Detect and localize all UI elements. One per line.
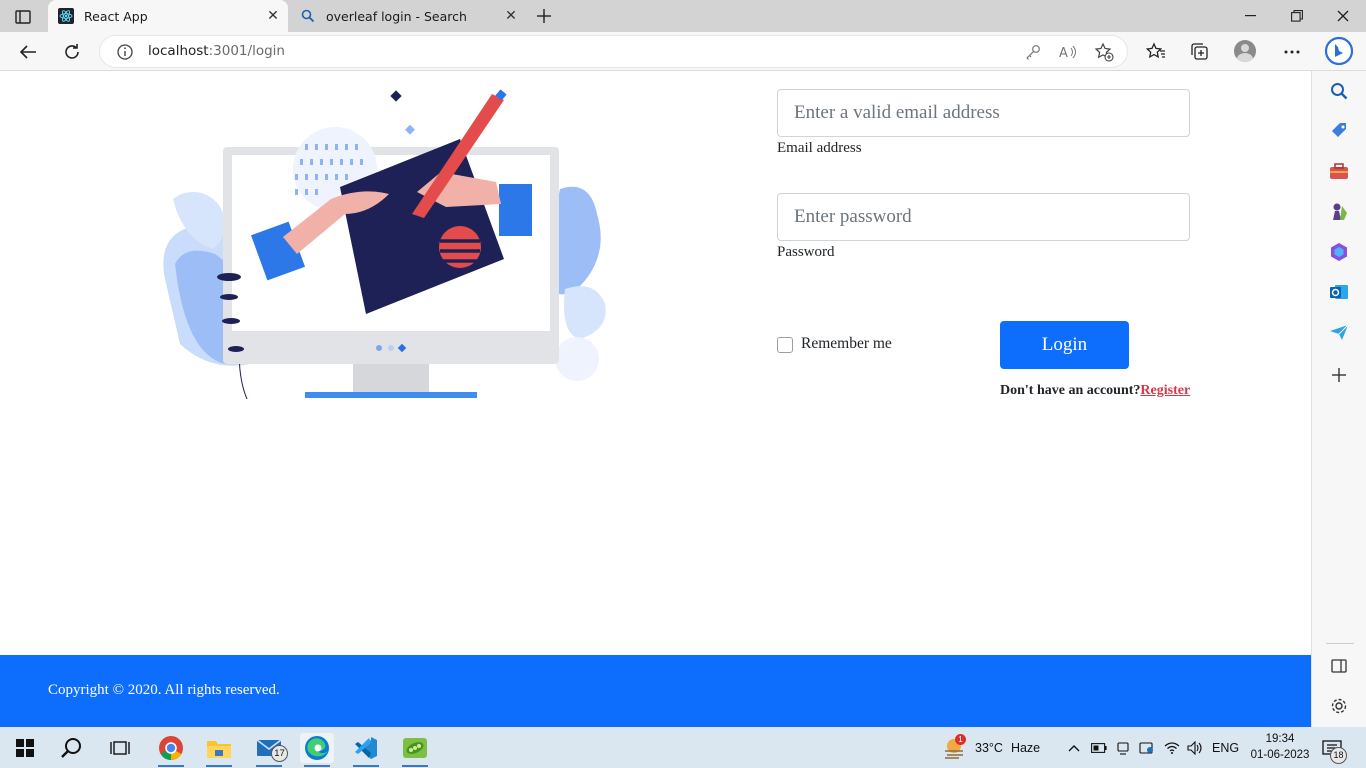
react-icon <box>58 8 74 24</box>
drop-send-icon[interactable] <box>1328 321 1350 343</box>
windows-start-icon[interactable] <box>8 733 42 763</box>
wifi-icon[interactable] <box>1164 727 1180 768</box>
notification-center-icon[interactable]: 18 <box>1322 727 1352 768</box>
weather-desc: Haze <box>1010 740 1041 755</box>
pea-app-icon[interactable] <box>398 733 432 767</box>
back-button[interactable] <box>13 38 43 66</box>
email-label: Email address <box>777 140 862 156</box>
shopping-tag-icon[interactable] <box>1328 120 1350 142</box>
address-toolbar: localhost:3001/login A <box>0 32 1366 71</box>
register-prompt: Don't have an account?Register <box>1000 383 1190 399</box>
refresh-icon <box>65 44 79 59</box>
site-info-icon[interactable] <box>116 43 134 61</box>
email-input[interactable] <box>777 89 1190 137</box>
notification-badge: 18 <box>1330 747 1347 764</box>
minimize-button[interactable] <box>1228 0 1274 32</box>
login-page: Email address Password Remember me Login… <box>0 71 1311 727</box>
restore-button[interactable] <box>1274 0 1320 32</box>
tab-overleaf-search[interactable]: overleaf login - Search ✕ <box>290 0 526 32</box>
weather-badge: 1 <box>955 733 966 745</box>
more-options-icon[interactable] <box>1281 41 1303 63</box>
weather-haze-icon: 1 <box>944 733 966 759</box>
outlook-icon[interactable] <box>1328 281 1350 303</box>
tab-actions-icon <box>15 10 31 24</box>
close-window-button[interactable] <box>1320 0 1366 32</box>
login-illustration <box>163 89 606 400</box>
read-aloud-icon[interactable]: A <box>1058 42 1078 62</box>
language-indicator[interactable]: ENG <box>1212 727 1239 768</box>
battery-icon[interactable] <box>1091 727 1107 768</box>
url-text: localhost:3001/login <box>148 43 285 59</box>
favorites-icon[interactable] <box>1145 41 1167 63</box>
weather-widget[interactable]: 1 33°C Haze <box>944 727 1040 768</box>
vscode-icon[interactable] <box>349 733 383 767</box>
password-key-icon[interactable] <box>1023 42 1043 62</box>
add-favorite-icon[interactable] <box>1094 42 1114 62</box>
taskbar-search-icon[interactable] <box>55 733 89 763</box>
clock-date: 01-06-2023 <box>1250 749 1310 761</box>
refresh-button[interactable] <box>57 38 87 66</box>
collections-icon[interactable] <box>1189 41 1211 63</box>
system-clock[interactable]: 19:34 01-06-2023 <box>1246 731 1314 763</box>
tab-actions-button[interactable] <box>8 6 38 28</box>
tab-label: overleaf login - Search <box>326 8 467 24</box>
plus-icon <box>537 9 551 23</box>
close-tab-icon[interactable]: ✕ <box>262 5 284 27</box>
profile-avatar[interactable] <box>1234 40 1256 62</box>
chrome-icon[interactable] <box>154 733 188 767</box>
mail-icon[interactable]: 17 <box>252 733 288 767</box>
hidden-icons-chevron-icon[interactable] <box>1068 727 1080 768</box>
tools-briefcase-icon[interactable] <box>1328 160 1350 182</box>
sidebar-divider <box>1326 643 1354 644</box>
office-icon[interactable] <box>1328 241 1350 263</box>
add-sidebar-app-icon[interactable] <box>1328 364 1350 386</box>
copyright-text: Copyright © 2020. All rights reserved. <box>48 682 280 698</box>
remember-me-checkbox[interactable] <box>777 337 793 353</box>
url-bar[interactable]: localhost:3001/login A <box>100 36 1127 67</box>
password-input[interactable] <box>777 193 1190 241</box>
hide-sidebar-icon[interactable] <box>1328 655 1350 677</box>
device-icon[interactable] <box>1116 727 1130 768</box>
file-explorer-icon[interactable] <box>202 733 236 767</box>
search-icon <box>300 8 316 24</box>
bing-chat-icon[interactable] <box>1324 36 1354 66</box>
tab-strip: React App ✕ overleaf login - Search ✕ <box>0 0 1366 32</box>
login-button[interactable]: Login <box>1000 321 1129 369</box>
edge-icon[interactable] <box>300 733 334 767</box>
edge-sidebar <box>1311 71 1366 727</box>
new-tab-button[interactable] <box>532 4 556 28</box>
register-link[interactable]: Register <box>1140 383 1190 398</box>
back-arrow-icon <box>19 45 36 59</box>
sidebar-settings-icon[interactable] <box>1328 695 1350 717</box>
close-tab-icon[interactable]: ✕ <box>500 5 522 27</box>
task-view-icon[interactable] <box>103 733 137 763</box>
page-footer: Copyright © 2020. All rights reserved. <box>0 655 1311 727</box>
volume-icon[interactable] <box>1187 727 1203 768</box>
tab-label: React App <box>84 8 148 24</box>
mail-badge: 17 <box>271 745 288 762</box>
register-prompt-text: Don't have an account? <box>1000 383 1141 398</box>
weather-temp: 33°C <box>975 740 1003 755</box>
sidebar-search-icon[interactable] <box>1328 80 1350 102</box>
camera-icon[interactable] <box>1139 727 1155 768</box>
svg-text:A: A <box>1059 46 1068 60</box>
windows-taskbar: 17 1 33°C Haze ENG 19:34 01-06-2023 18 <box>0 727 1366 768</box>
remember-me-label[interactable]: Remember me <box>801 335 892 353</box>
tab-react-app[interactable]: React App ✕ <box>48 0 288 32</box>
password-label: Password <box>777 244 835 260</box>
games-chess-icon[interactable] <box>1328 201 1350 223</box>
clock-time: 19:34 <box>1265 733 1295 745</box>
